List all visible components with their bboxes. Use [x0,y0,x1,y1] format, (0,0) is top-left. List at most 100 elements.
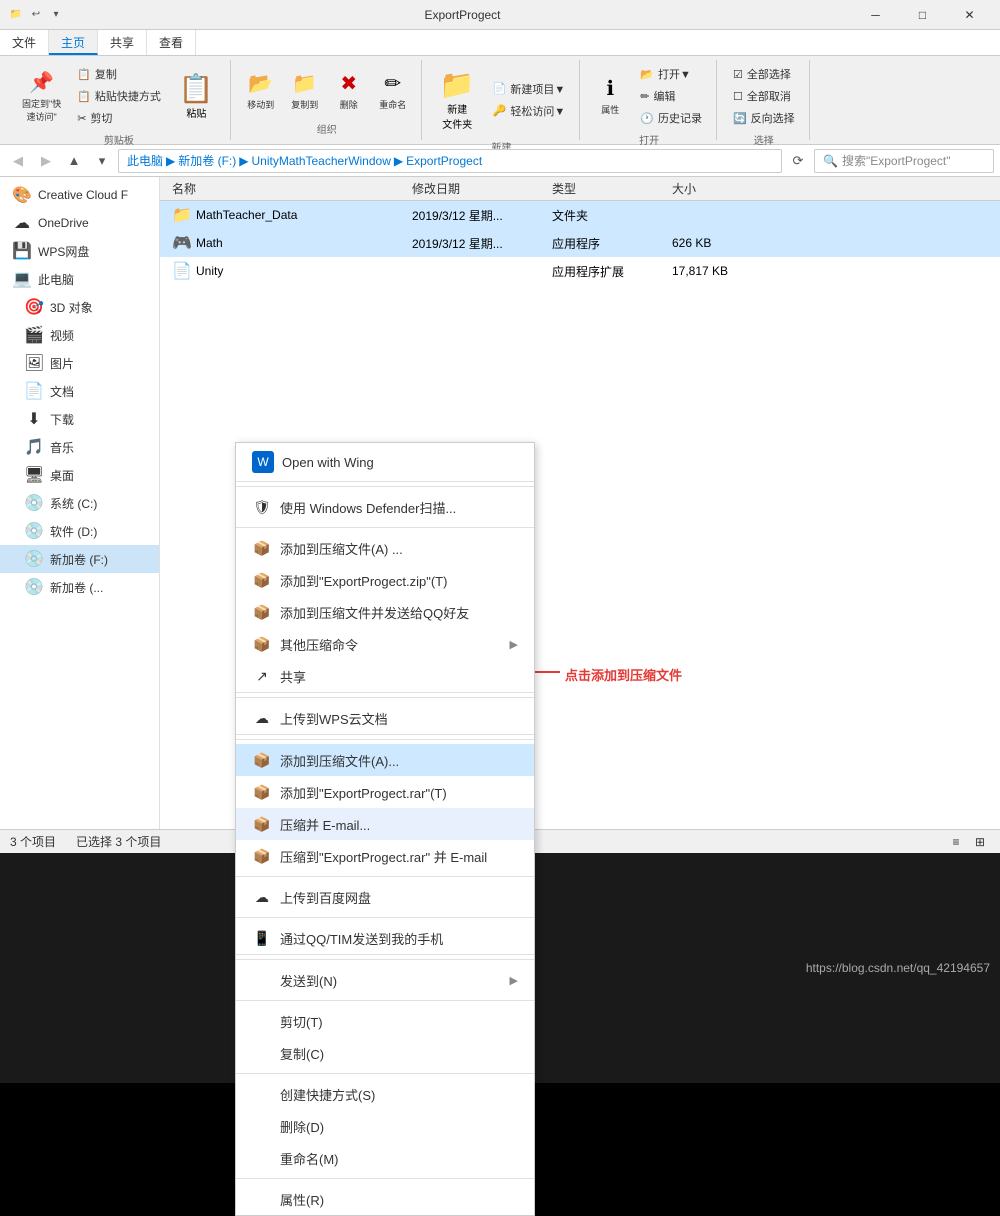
path-computer[interactable]: 此电脑 [127,152,163,169]
sidebar-item-creative-cloud[interactable]: 🎨 Creative Cloud F [0,181,159,209]
sidebar-item-downloads[interactable]: ⬇ 下载 [0,405,159,433]
paste-label: 粘贴 [186,105,206,120]
search-box[interactable]: 🔍 搜索"ExportProgect" [814,149,994,173]
sidebar-item-wps[interactable]: 💾 WPS网盘 [0,237,159,265]
context-menu: W Open with Wing 🛡 使用 Windows Defender扫描… [235,442,535,1216]
minimize-button[interactable]: ─ [853,0,898,30]
up-button[interactable]: ▲ [62,149,86,173]
bottom-url: https://blog.csdn.net/qq_42194657 [806,961,990,975]
properties-context-icon [252,1189,272,1209]
sidebar-item-thispc[interactable]: 💻 此电脑 [0,265,159,293]
phone-icon: 📱 [252,928,272,948]
sidebar-item-f[interactable]: 💿 新加卷 (F:) [0,545,159,573]
path-drive[interactable]: 新加卷 (F:) [178,152,236,169]
back-button[interactable]: ◀ [6,149,30,173]
cm-upload-wps[interactable]: ☁ 上传到WPS云文档 [236,702,534,735]
sidebar-item-pictures[interactable]: 🖼 图片 [0,349,159,377]
col-header-date[interactable]: 修改日期 [408,180,548,197]
history-button[interactable]: 🕐 历史记录 [634,108,708,128]
grid-view-button[interactable]: ⊞ [970,832,990,852]
open-button[interactable]: 📂 打开▼ [634,64,708,84]
move-button[interactable]: 📂 移动到 [241,67,281,115]
cm-add-rar-t[interactable]: 📦 添加到"ExportProgect.rar"(T) [236,776,534,808]
sidebar-label-music: 音乐 [50,439,74,456]
cm-send-qq-phone[interactable]: 📱 通过QQ/TIM发送到我的手机 [236,922,534,955]
address-path[interactable]: 此电脑 ▶ 新加卷 (F:) ▶ UnityMathTeacherWindow … [118,149,782,173]
address-bar: ◀ ▶ ▲ ▾ 此电脑 ▶ 新加卷 (F:) ▶ UnityMathTeache… [0,145,1000,177]
copy-icon: 📋 [77,68,91,81]
copy-to-button[interactable]: 📁 复制到 [285,67,325,115]
cm-properties[interactable]: 属性(R) [236,1183,534,1215]
invert-button[interactable]: 🔄 反向选择 [727,108,801,128]
cm-add-zip-qq[interactable]: 📦 添加到压缩文件并发送给QQ好友 [236,596,534,628]
properties-button[interactable]: ℹ 属性 [590,72,630,120]
sidebar-item-g[interactable]: 💿 新加卷 (... [0,573,159,601]
tab-home[interactable]: 主页 [49,30,98,55]
sidebar-item-onedrive[interactable]: ☁ OneDrive [0,209,159,237]
cm-copy[interactable]: 复制(C) [236,1037,534,1069]
cm-add-zip-a[interactable]: 📦 添加到压缩文件(A) ... [236,532,534,564]
maximize-button[interactable]: □ [900,0,945,30]
arrow-icon-send: ▶ [510,974,518,987]
refresh-button[interactable]: ⟳ [786,149,810,173]
tab-view[interactable]: 查看 [147,30,196,55]
new-folder-button[interactable]: 📁 新建文件夹 [432,64,483,135]
sidebar-item-c[interactable]: 💿 系统 (C:) [0,489,159,517]
paste-button[interactable]: 📋 粘贴 [171,68,222,124]
cm-share[interactable]: ↗ 共享 [236,660,534,693]
recent-button[interactable]: ▾ [90,149,114,173]
ribbon-group-clipboard: 📌 固定到"快速访问" 📋 复制 📋 粘贴快捷方式 ✂ 剪切 [8,60,231,140]
path-folder1[interactable]: UnityMathTeacherWindow [251,154,390,168]
tab-file[interactable]: 文件 [0,30,49,55]
cm-delete[interactable]: 删除(D) [236,1110,534,1142]
path-folder2[interactable]: ExportProgect [406,154,482,168]
cm-cut[interactable]: 剪切(T) [236,1005,534,1037]
col-header-size[interactable]: 大小 [668,180,768,197]
cm-compress-email[interactable]: 📦 压缩并 E-mail... [236,808,534,840]
copy-button[interactable]: 📋 复制 [71,64,167,84]
cm-other-compress[interactable]: 📦 其他压缩命令 ▶ [236,628,534,660]
tab-share[interactable]: 共享 [98,30,147,55]
sidebar-label-pictures: 图片 [50,355,74,372]
sidebar-item-d[interactable]: 💿 软件 (D:) [0,517,159,545]
cm-create-shortcut[interactable]: 创建快捷方式(S) [236,1078,534,1110]
invert-label: 反向选择 [751,110,795,126]
delete-button[interactable]: ✖ 删除 [329,67,369,115]
table-row[interactable]: 📄 Unity 应用程序扩展 17,817 KB [160,257,1000,285]
cm-upload-baidu[interactable]: ☁ 上传到百度网盘 [236,881,534,913]
cm-properties-label: 属性(R) [280,1190,324,1209]
table-row[interactable]: 🎮 Math 2019/3/12 星期... 应用程序 626 KB [160,229,1000,257]
new-item-button[interactable]: 📄 新建项目▼ [487,79,572,99]
col-header-name[interactable]: 名称 [168,180,408,197]
table-row[interactable]: 📁 MathTeacher_Data 2019/3/12 星期... 文件夹 [160,201,1000,229]
cm-add-rar-a[interactable]: 📦 添加到压缩文件(A)... [236,744,534,776]
forward-button[interactable]: ▶ [34,149,58,173]
sidebar-label-creative-cloud: Creative Cloud F [38,188,128,202]
sidebar-item-desktop[interactable]: 🖥 桌面 [0,461,159,489]
copy-context-icon [252,1043,272,1063]
edit-button[interactable]: ✏ 编辑 [634,86,708,106]
col-header-type[interactable]: 类型 [548,180,668,197]
cm-defender[interactable]: 🛡 使用 Windows Defender扫描... [236,491,534,523]
undo-icon[interactable]: ↩ [28,7,44,23]
close-button[interactable]: ✕ [947,0,992,30]
select-none-button[interactable]: ☐ 全部取消 [727,86,801,106]
rename-button[interactable]: ✏ 重命名 [373,67,413,115]
easy-access-button[interactable]: 🔑 轻松访问▼ [487,101,572,121]
sidebar-item-video[interactable]: 🎬 视频 [0,321,159,349]
select-all-button[interactable]: ☑ 全部选择 [727,64,801,84]
down-icon[interactable]: ▾ [48,7,64,23]
cm-compress-rar-email[interactable]: 📦 压缩到"ExportProgect.rar" 并 E-mail [236,840,534,872]
sidebar-item-3d[interactable]: 🎯 3D 对象 [0,293,159,321]
paste-shortcut-button[interactable]: 📋 粘贴快捷方式 [71,86,167,106]
cm-open-wing[interactable]: W Open with Wing [236,443,534,482]
sidebar-item-music[interactable]: 🎵 音乐 [0,433,159,461]
sidebar-item-docs[interactable]: 📄 文档 [0,377,159,405]
list-view-button[interactable]: ≡ [946,832,966,852]
cm-send-to[interactable]: 发送到(N) ▶ [236,964,534,996]
open-label: 打开▼ [658,66,691,82]
pin-button[interactable]: 📌 固定到"快速访问" [16,66,67,127]
cut-button[interactable]: ✂ 剪切 [71,108,167,128]
cm-rename[interactable]: 重命名(M) [236,1142,534,1174]
cm-add-zip-t[interactable]: 📦 添加到"ExportProgect.zip"(T) [236,564,534,596]
